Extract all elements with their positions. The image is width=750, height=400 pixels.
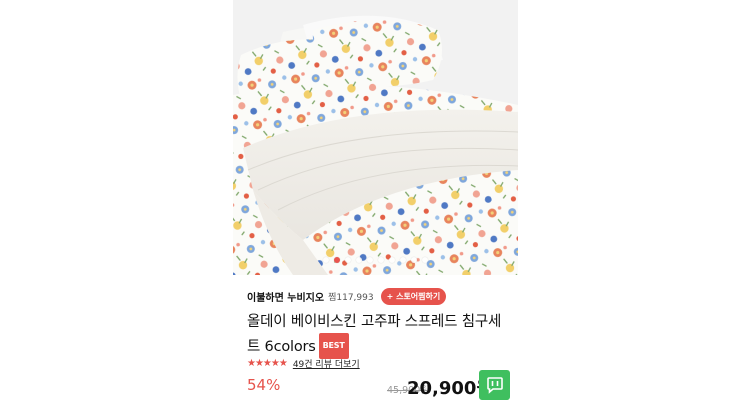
carousel-dot[interactable] [378, 257, 384, 263]
carousel-dot[interactable] [323, 257, 329, 263]
product-title-block: 올데이 베이비스킨 고주파 스프레드 침구세트 6colors BEST [247, 311, 509, 359]
product-image[interactable] [233, 0, 518, 275]
star-rating: ★★★★★ [247, 357, 288, 369]
store-zzim-count: 찜117,993 [328, 292, 374, 303]
carousel-dot[interactable] [345, 257, 351, 263]
carousel-dot[interactable] [422, 257, 428, 263]
carousel-dot-active[interactable] [334, 257, 340, 263]
carousel-dot[interactable] [389, 257, 395, 263]
store-name[interactable]: 이불하면 누비지오 [247, 289, 324, 304]
carousel-dot[interactable] [356, 257, 362, 263]
chat-button[interactable] [479, 370, 510, 400]
product-info: 이불하면 누비지오 찜117,993 + 스토어찜하기 올데이 베이비스킨 고주… [233, 275, 518, 400]
store-row: 이불하면 누비지오 찜117,993 + 스토어찜하기 [247, 287, 447, 305]
carousel-dot[interactable] [411, 257, 417, 263]
store-follow-button[interactable]: + 스토어찜하기 [380, 287, 447, 305]
bedding-photo [233, 0, 518, 275]
product-title: 올데이 베이비스킨 고주파 스프레드 침구세트 6colors [247, 314, 502, 355]
rating-row: ★★★★★ 49건 리뷰 더보기 [247, 356, 360, 370]
carousel-dot[interactable] [367, 257, 373, 263]
discount-rate: 54% [247, 376, 281, 394]
carousel-indicator[interactable] [233, 257, 518, 265]
product-screen: 이불하면 누비지오 찜117,993 + 스토어찜하기 올데이 베이비스킨 고주… [233, 0, 518, 400]
carousel-dot[interactable] [400, 257, 406, 263]
reviews-link[interactable]: 49건 리뷰 더보기 [293, 357, 360, 370]
chat-icon [486, 377, 503, 394]
